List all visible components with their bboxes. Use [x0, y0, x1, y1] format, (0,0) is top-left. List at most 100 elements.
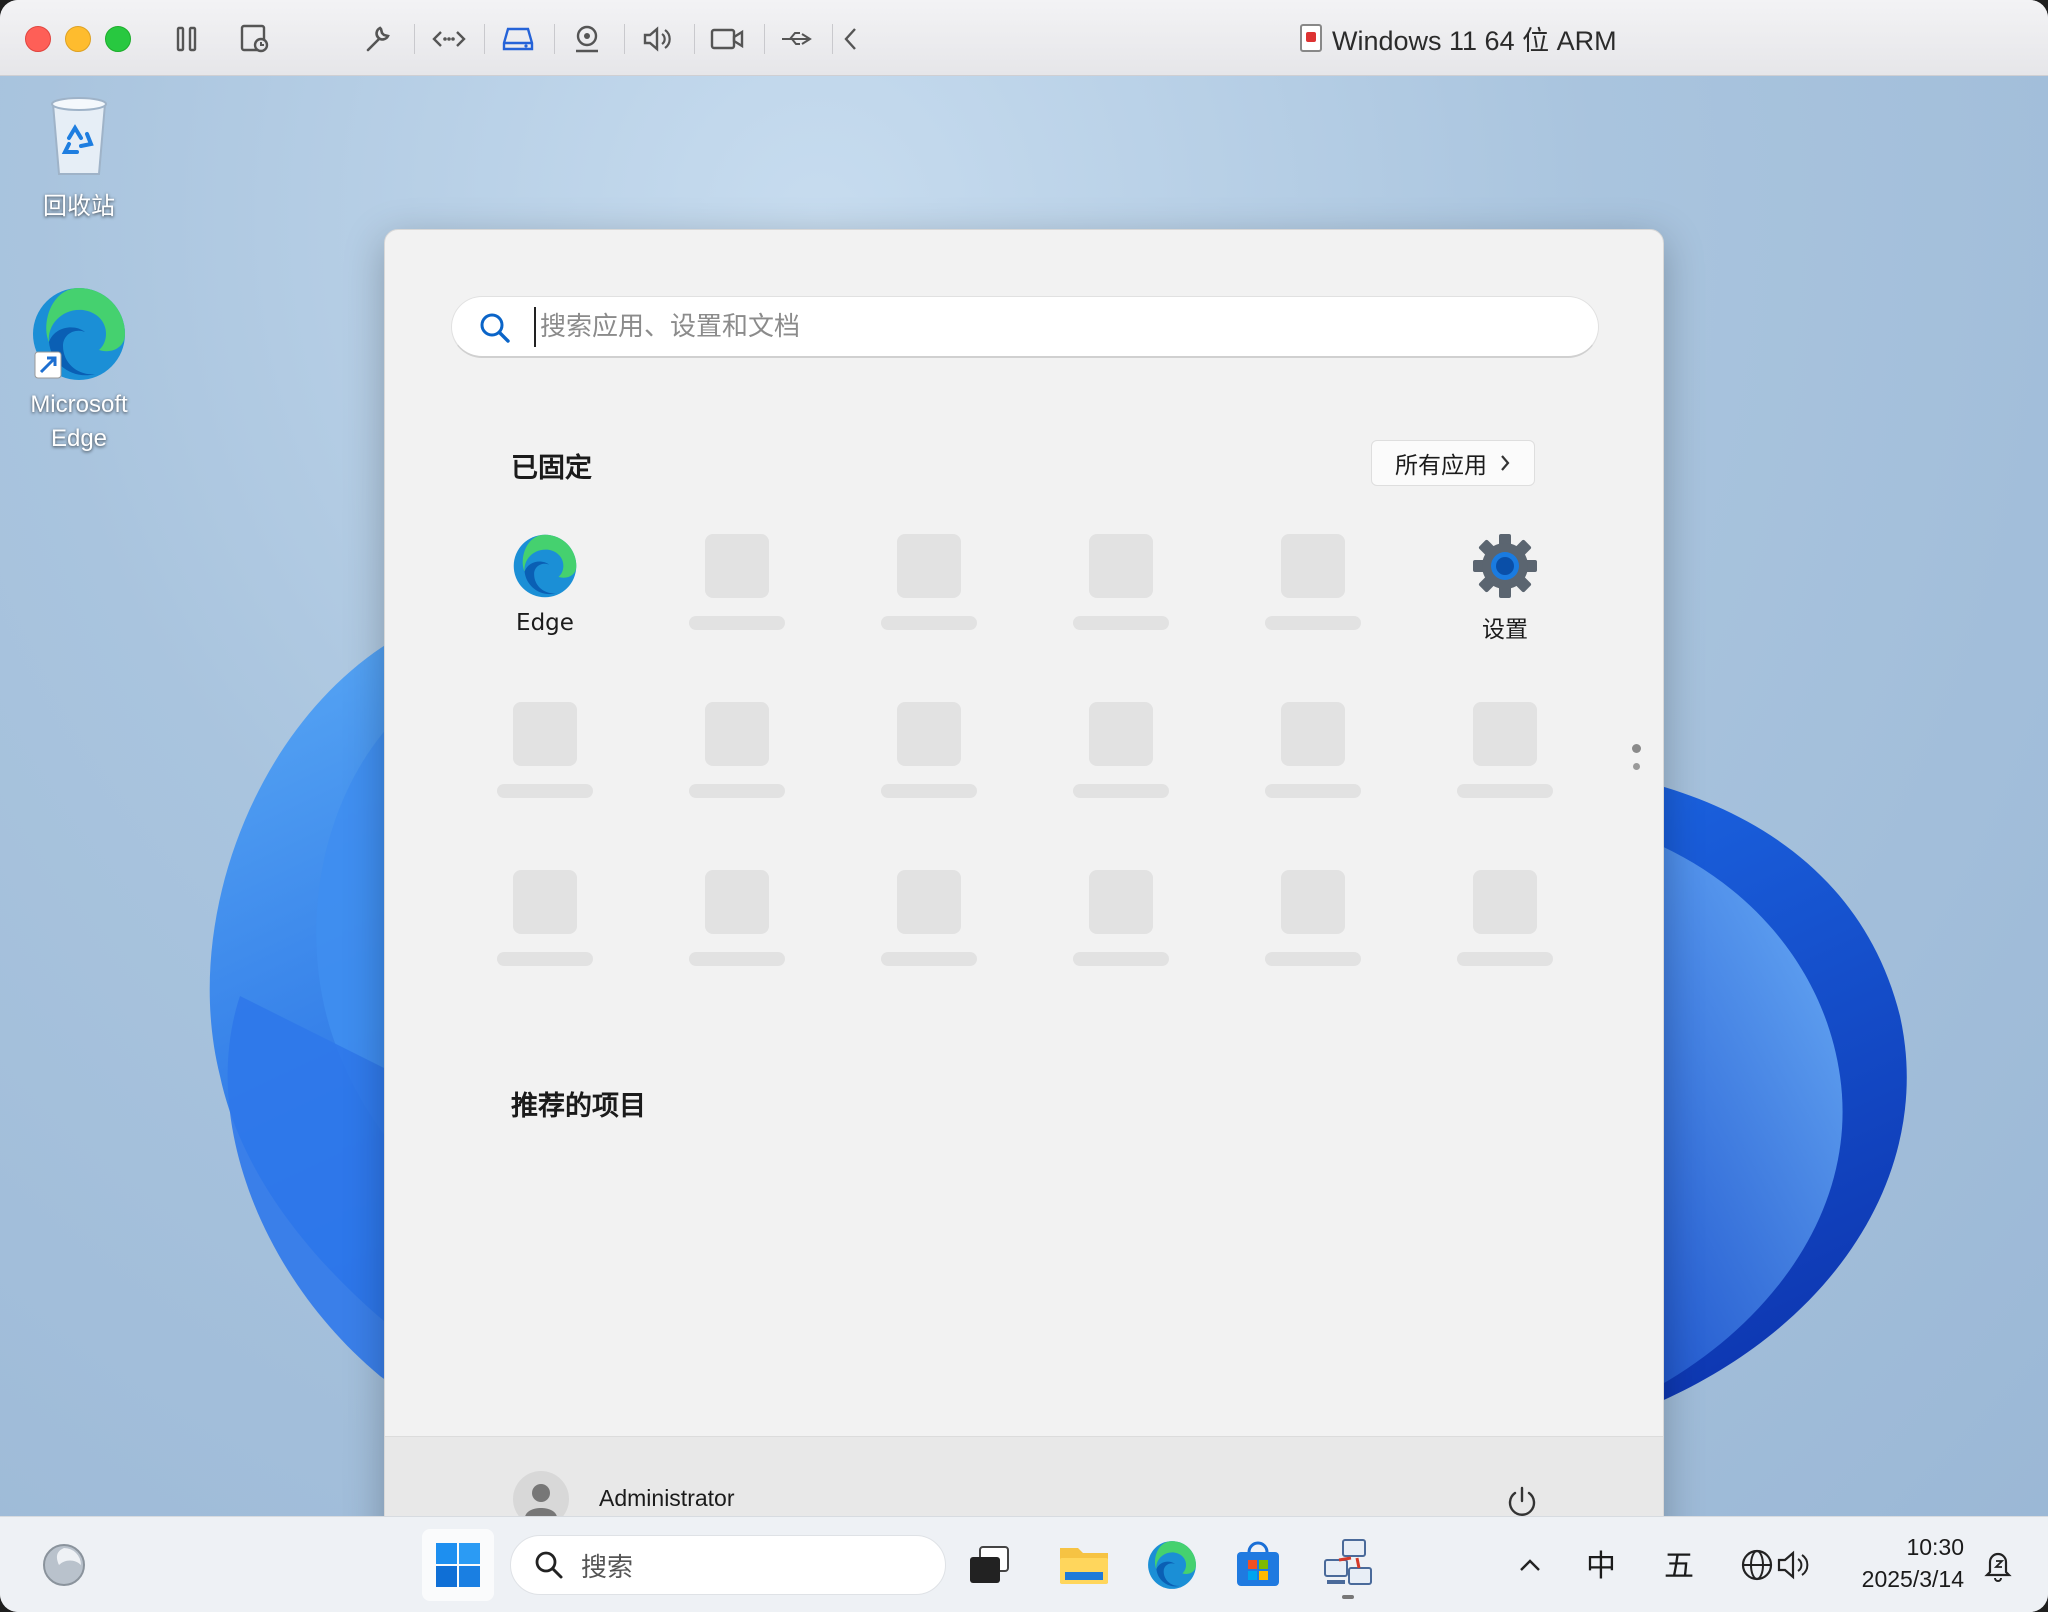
pinned-app-edge[interactable]: Edge [485, 530, 605, 650]
placeholder-label [1457, 952, 1553, 966]
usb-icon[interactable] [778, 20, 816, 58]
pause-icon[interactable] [168, 20, 206, 58]
wrench-icon[interactable] [358, 20, 396, 58]
placeholder-label [1265, 616, 1361, 630]
placeholder-icon [1473, 870, 1537, 934]
placeholder-icon [1089, 702, 1153, 766]
clock-date: 2025/3/14 [1861, 1566, 1964, 1592]
vm-titlebar: Windows 11 64 位 ARM [0, 0, 2048, 76]
pinned-app-label: Edge [516, 610, 574, 636]
pinned-app-placeholder[interactable] [1253, 698, 1373, 818]
tray-ime-mode[interactable]: 中 [1586, 1541, 1616, 1585]
file-explorer-button[interactable] [1048, 1529, 1120, 1601]
placeholder-label [1073, 952, 1169, 966]
placeholder-icon [705, 702, 769, 766]
user-icon [525, 1484, 557, 1516]
notification-button[interactable] [1972, 1529, 2024, 1601]
show-hidden-icons-button[interactable] [1504, 1529, 1556, 1601]
pinned-app-placeholder[interactable] [1253, 866, 1373, 986]
snapshot-icon[interactable] [236, 20, 274, 58]
speaker-icon[interactable] [638, 20, 676, 58]
chevron-up-icon [1520, 1559, 1540, 1571]
taskbar-clock[interactable]: 10:30 2025/3/14 [1850, 1531, 1964, 1595]
pinned-app-placeholder[interactable] [869, 530, 989, 650]
network-volume-button[interactable] [1730, 1529, 1820, 1601]
placeholder-label [689, 616, 785, 630]
settings-gear-icon [1473, 534, 1537, 598]
video-icon[interactable] [708, 20, 746, 58]
pinned-app-placeholder[interactable] [1061, 866, 1181, 986]
close-window-button[interactable] [25, 26, 51, 52]
pinned-app-placeholder[interactable] [677, 530, 797, 650]
pinned-app-placeholder[interactable] [1061, 698, 1181, 818]
back-chevron-icon[interactable] [832, 20, 870, 58]
task-view-button[interactable] [954, 1529, 1026, 1601]
zoom-window-button[interactable] [105, 26, 131, 52]
pinned-app-label: 设置 [1482, 617, 1528, 643]
globe-icon [1741, 1549, 1773, 1581]
running-indicator [1342, 1595, 1354, 1599]
recommended-section-title: 推荐的项目 [511, 1091, 646, 1122]
document-icon [1300, 24, 1322, 52]
power-button[interactable] [1499, 1479, 1545, 1516]
pinned-app-placeholder[interactable] [1061, 530, 1181, 650]
pinned-app-placeholder[interactable] [869, 698, 989, 818]
pinned-app-placeholder[interactable] [485, 866, 605, 986]
edge-taskbar-button[interactable] [1136, 1529, 1208, 1601]
placeholder-icon [1281, 534, 1345, 598]
pinned-app-placeholder[interactable] [677, 866, 797, 986]
pinned-app-placeholder[interactable] [1445, 698, 1565, 818]
pinned-app-placeholder[interactable] [485, 698, 605, 818]
edge-icon [1148, 1541, 1196, 1589]
placeholder-icon [705, 534, 769, 598]
pinned-app-placeholder[interactable] [869, 866, 989, 986]
windows-logo-icon [436, 1543, 480, 1587]
taskbar-search[interactable]: 搜索 [510, 1535, 946, 1595]
placeholder-label [881, 616, 977, 630]
pinned-app-settings[interactable]: 设置 [1445, 530, 1565, 650]
placeholder-label [689, 952, 785, 966]
code-icon[interactable] [430, 20, 468, 58]
all-apps-button[interactable]: 所有应用 [1371, 440, 1535, 486]
widgets-button[interactable] [28, 1529, 100, 1601]
tray-ime-scheme[interactable]: 五 [1664, 1541, 1694, 1585]
folder-icon [1060, 1548, 1108, 1584]
desktop-icon-recycle-bin[interactable]: 回收站 [9, 94, 149, 221]
task-view-icon [970, 1546, 1009, 1583]
placeholder-label [881, 952, 977, 966]
pinned-page-indicator[interactable] [1629, 744, 1643, 784]
vm-window: Windows 11 64 位 ARM 回收站 Microsoft Edge 搜… [0, 0, 2048, 1612]
placeholder-icon [513, 870, 577, 934]
store-button[interactable] [1222, 1529, 1294, 1601]
placeholder-label [881, 784, 977, 798]
drive-icon[interactable] [499, 20, 537, 58]
taskbar: 搜索 中 五 10:30 2025/3/14 [0, 1516, 2048, 1612]
desktop: 回收站 Microsoft Edge 已固定 所 [0, 76, 2048, 1516]
pinned-app-placeholder[interactable] [1253, 530, 1373, 650]
widgets-icon [43, 1544, 85, 1586]
chevron-right-icon [1501, 455, 1510, 471]
placeholder-icon [897, 870, 961, 934]
desktop-icon-edge[interactable]: Microsoft Edge [9, 284, 149, 456]
avatar[interactable] [513, 1471, 569, 1516]
page-dot[interactable] [1632, 763, 1640, 770]
vm-title: Windows 11 64 位 ARM [1300, 18, 1617, 58]
user-name[interactable]: Administrator [599, 1485, 734, 1512]
start-search-box[interactable] [451, 296, 1599, 358]
pinned-section-title: 已固定 [511, 453, 592, 484]
start-button[interactable] [422, 1529, 494, 1601]
placeholder-label [1073, 616, 1169, 630]
network-app-button[interactable] [1312, 1529, 1384, 1601]
placeholder-icon [897, 702, 961, 766]
notification-bell-icon [1984, 1552, 2012, 1582]
placeholder-label [1265, 952, 1361, 966]
pinned-app-placeholder[interactable] [1445, 866, 1565, 986]
camera-icon[interactable] [568, 20, 606, 58]
start-search-input[interactable] [534, 307, 1554, 347]
placeholder-label [1265, 784, 1361, 798]
minimize-window-button[interactable] [65, 26, 91, 52]
pinned-app-placeholder[interactable] [677, 698, 797, 818]
taskbar-search-label: 搜索 [581, 1552, 634, 1583]
network-computers-icon [1324, 1539, 1372, 1585]
page-dot-active[interactable] [1631, 744, 1641, 753]
